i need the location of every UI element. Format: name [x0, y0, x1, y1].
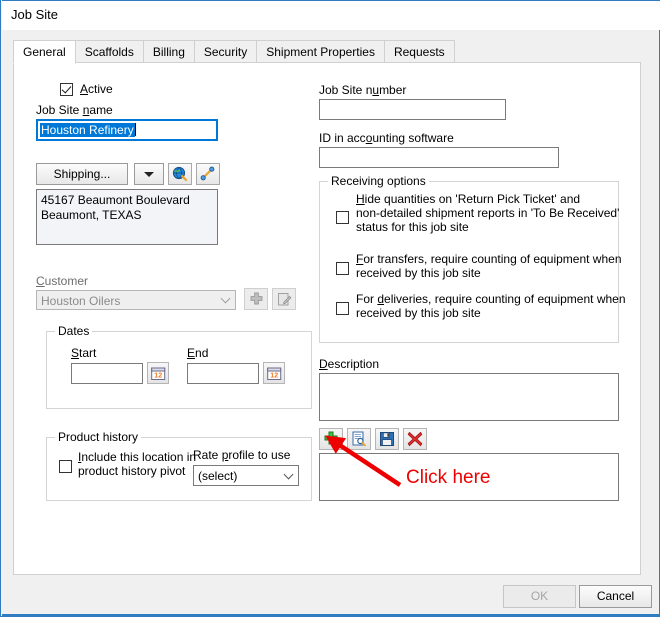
address-type-button[interactable]: Shipping... [36, 163, 128, 185]
end-date-label: End [187, 346, 209, 360]
job-site-number-input[interactable] [319, 99, 506, 120]
window-title: Job Site [11, 7, 58, 22]
product-history-group: Product history Include this location in… [46, 430, 312, 501]
svg-text:12: 12 [154, 373, 162, 380]
ro1-line2: received by this job site [356, 266, 481, 280]
calendar-icon: 12 [151, 367, 166, 380]
globe-search-icon [172, 166, 188, 182]
product-history-pivot-checkbox[interactable] [59, 460, 72, 473]
customer-label: Customer [36, 274, 89, 288]
add-customer-button[interactable] [244, 288, 268, 310]
deliveries-counting-checkbox[interactable] [336, 302, 349, 315]
tab-billing[interactable]: Billing [142, 40, 195, 63]
receiving-options-group: Receiving options Hide quantities on 'Re… [319, 174, 626, 343]
customer-value: Houston Oilers [41, 294, 121, 308]
ro2-line2: received by this job site [356, 306, 481, 320]
link-route-icon [200, 166, 215, 181]
address-line-2: Beaumont, TEXAS [41, 208, 142, 222]
tab-security[interactable]: Security [193, 40, 258, 63]
map-lookup-button[interactable] [168, 163, 192, 185]
save-attachment-button[interactable] [375, 428, 399, 450]
start-date-input[interactable] [71, 363, 143, 384]
address-type-label: Shipping... [53, 167, 111, 181]
cancel-button[interactable]: Cancel [579, 585, 652, 608]
tab-general[interactable]: General [13, 40, 76, 64]
title-bar: Job Site [2, 0, 660, 30]
rate-profile-value: (select) [198, 469, 238, 483]
calendar-icon: 12 [267, 367, 282, 380]
hide-quantities-label: Hide quantities on 'Return Pick Ticket' … [356, 192, 620, 234]
ro0-line1-tail: ide quantities on 'Return Pick Ticket' a… [364, 192, 581, 206]
window-bottom-accent [2, 614, 660, 616]
transfers-counting-checkbox[interactable] [336, 262, 349, 275]
cancel-label: Cancel [596, 589, 635, 603]
customer-combobox[interactable]: Houston Oilers [36, 290, 236, 310]
job-site-name-input[interactable]: Houston Refinery [36, 119, 218, 141]
add-attachment-button[interactable] [319, 428, 343, 450]
job-site-name-value: Houston Refinery [40, 123, 135, 137]
text-caret [134, 123, 136, 136]
document-preview-icon [352, 431, 366, 447]
chevron-down-icon [283, 469, 294, 479]
red-x-icon [407, 431, 423, 447]
deliveries-counting-label: For deliveries, require counting of equi… [356, 292, 626, 320]
ro1-line1-tail: or transfers, require counting of equipm… [363, 252, 622, 266]
annotation-text: Click here [406, 467, 491, 488]
ro0-line3: status for this job site [356, 220, 469, 234]
active-label: Active [80, 82, 113, 96]
delete-attachment-button[interactable] [403, 428, 427, 450]
start-date-picker-button[interactable]: 12 [147, 362, 169, 384]
tab-requests[interactable]: Requests [383, 40, 455, 63]
ok-label: OK [530, 589, 549, 603]
ro2-line1-tail: eliveries, require counting of equipment… [384, 292, 626, 306]
tab-shipment-properties[interactable]: Shipment Properties [256, 40, 385, 63]
preview-attachment-button[interactable] [347, 428, 371, 450]
product-history-group-label: Product history [55, 430, 142, 444]
edit-pencil-icon [278, 293, 292, 306]
accounting-id-input[interactable] [319, 147, 559, 168]
route-link-button[interactable] [196, 163, 220, 185]
dates-group-label: Dates [55, 324, 93, 338]
tab-scaffolds[interactable]: Scaffolds [74, 40, 144, 63]
address-line-1: 45167 Beaumont Boulevard [41, 193, 190, 207]
rate-profile-label: Rate profile to use [193, 448, 291, 462]
ro0-line2: non-detailed shipment reports in 'To Be … [356, 206, 620, 220]
end-date-input[interactable] [187, 363, 259, 384]
receiving-options-group-label: Receiving options [328, 174, 429, 188]
chevron-down-icon [220, 293, 231, 304]
job-site-dialog: Job Site General Scaffolds Billing Secur… [0, 0, 660, 617]
start-date-label: Start [71, 346, 97, 360]
job-site-number-label: Job Site number [319, 83, 407, 97]
description-label: Description [319, 357, 380, 371]
accounting-id-label: ID in accounting software [319, 131, 454, 145]
plus-icon [324, 431, 338, 445]
address-textarea[interactable]: 45167 Beaumont Boulevard Beaumont, TEXAS [36, 189, 218, 245]
dates-group: Dates Start End 12 12 [46, 324, 312, 409]
product-history-pivot-label: Include this location in product history… [78, 450, 197, 478]
description-textarea[interactable] [319, 373, 619, 421]
floppy-save-icon [380, 432, 394, 446]
ph-line2: product history pivot [78, 464, 186, 478]
tab-strip: General Scaffolds Billing Security Shipm… [13, 40, 641, 64]
active-checkbox[interactable] [60, 83, 73, 96]
hide-quantities-checkbox[interactable] [336, 211, 349, 224]
address-type-dropdown-button[interactable] [134, 163, 164, 185]
end-date-picker-button[interactable]: 12 [263, 362, 285, 384]
job-site-name-label: Job Site name [36, 103, 113, 117]
rate-profile-combobox[interactable]: (select) [193, 465, 299, 486]
svg-text:12: 12 [270, 373, 278, 380]
transfers-counting-label: For transfers, require counting of equip… [356, 252, 622, 280]
general-tab-panel: Active Job Site name Houston Refinery Sh… [13, 62, 641, 575]
plus-icon [250, 292, 263, 305]
edit-customer-button[interactable] [272, 288, 296, 310]
chevron-down-icon [144, 172, 154, 177]
ok-button[interactable]: OK [503, 585, 576, 608]
ph-line1-tail: nclude this location in [81, 450, 197, 464]
